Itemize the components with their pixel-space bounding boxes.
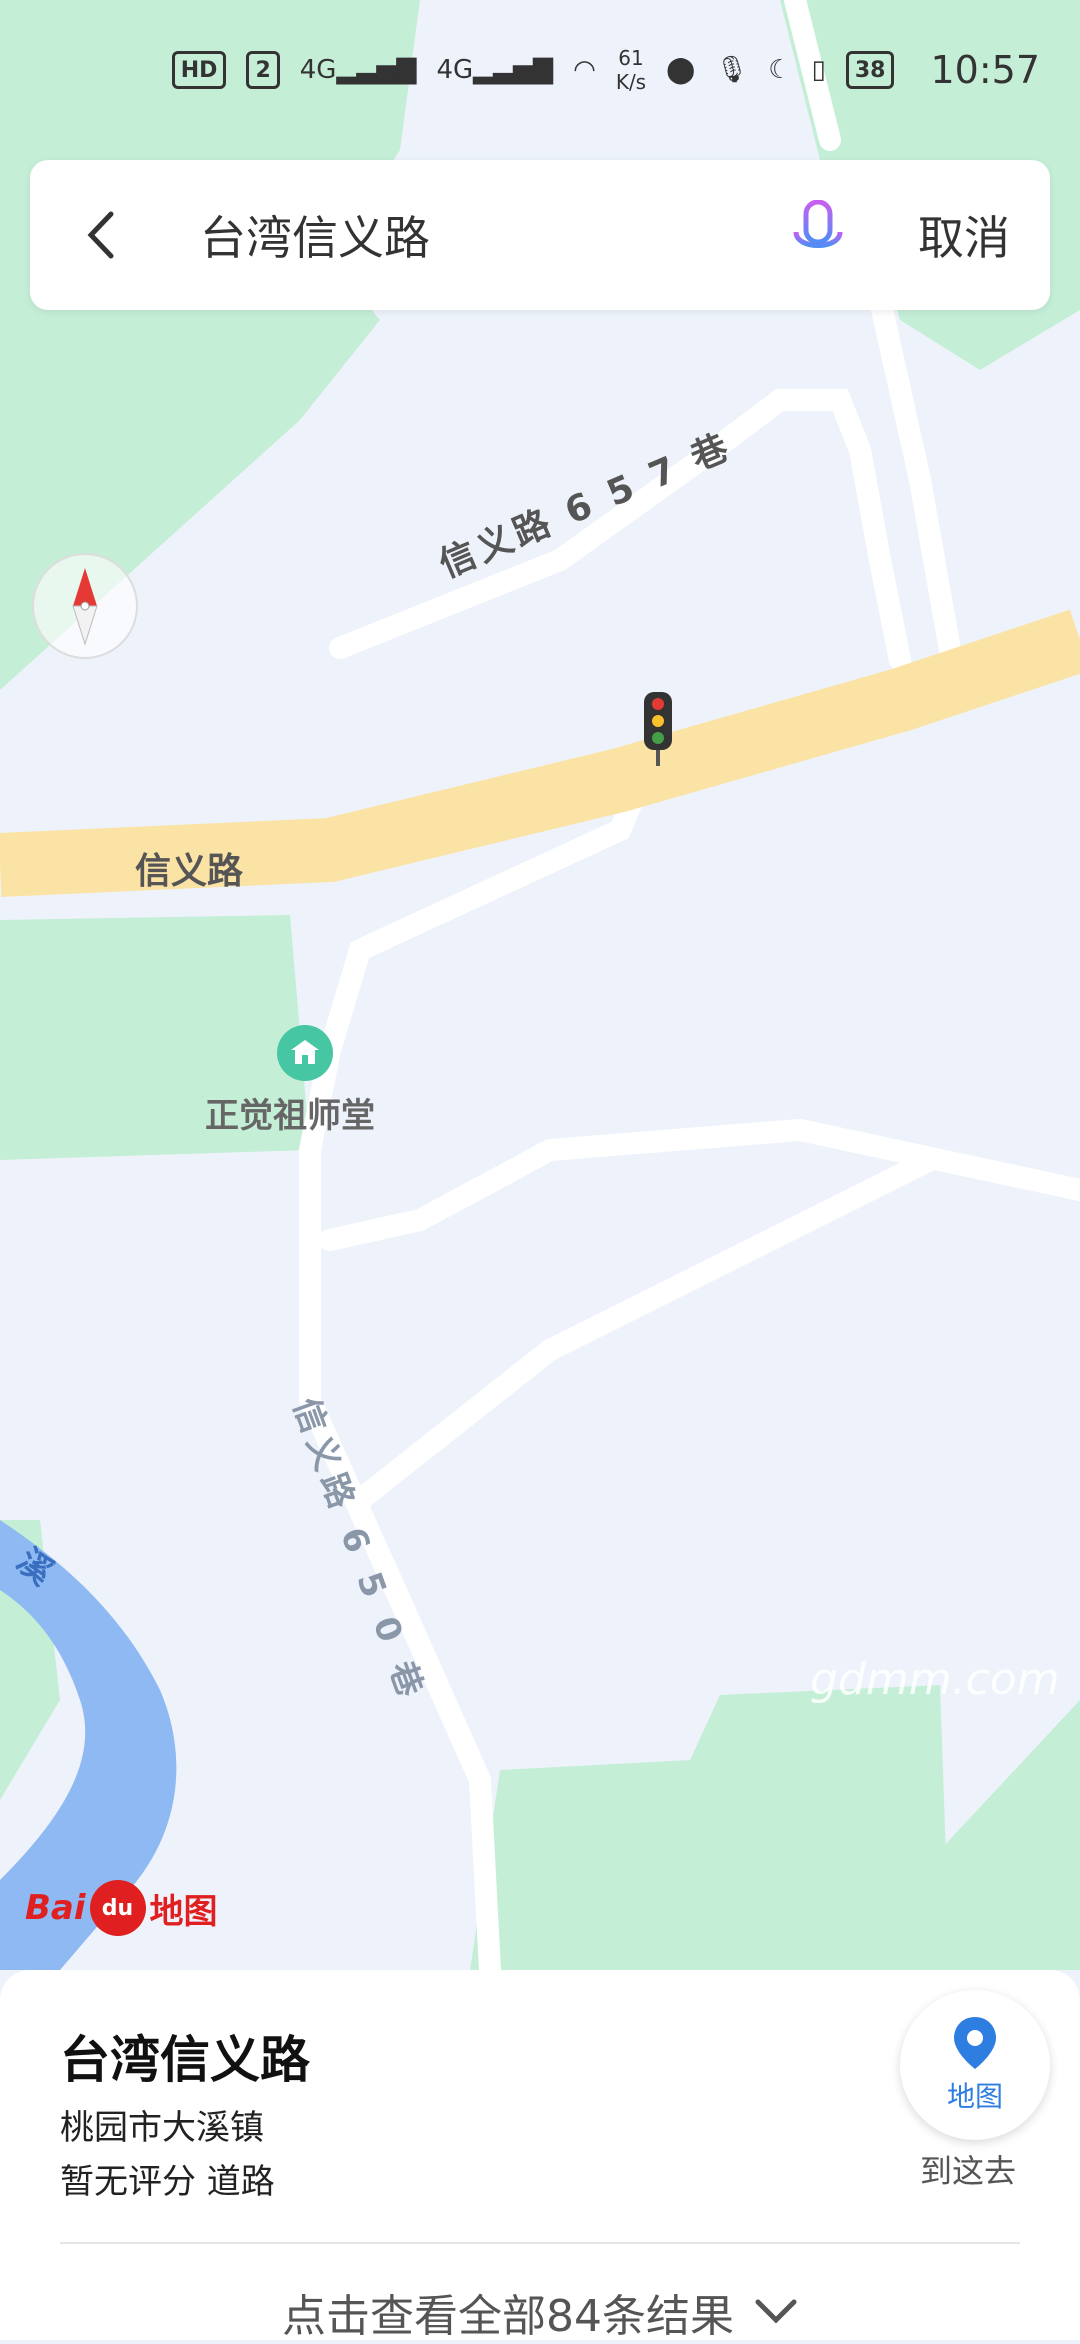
hd-badge: HD [171,51,227,89]
divider [60,2242,1020,2244]
logo-map-text: 地图 [149,1891,218,1932]
clock: 10:57 [930,48,1040,92]
poi-label[interactable]: 正觉祖师堂 [205,1088,375,1137]
place-meta: 暂无评分 道路 [60,2162,275,2202]
network-speed: 61 K/s [615,46,647,94]
view-all-label: 点击查看全部84条结果 [282,2291,734,2342]
location-icon: ⬤ [666,55,696,85]
view-all-results-button[interactable]: 点击查看全部84条结果 [0,2280,1080,2344]
signal-icon: 4G▂▃▅▇ [436,55,554,85]
baidu-map-logo: Bai du 地图 [25,1880,218,1936]
compass-icon [72,568,98,646]
traffic-light-icon [644,692,672,766]
place-address: 桃园市大溪镇 [60,2108,264,2148]
sim-badge: 2 [246,51,280,89]
temple-icon[interactable] [277,1025,333,1081]
logo-du: du [89,1880,146,1936]
voice-search-button[interactable] [778,195,858,275]
search-input[interactable]: 台湾信义路 [200,202,778,268]
map-button-label: 地图 [946,2080,1003,2113]
microphone-status-icon: 🎙 [715,55,749,85]
back-button[interactable] [70,195,130,275]
cancel-button[interactable]: 取消 [918,202,1010,268]
watermark: gdmm.com [810,1654,1060,1705]
compass-button[interactable] [32,553,138,659]
road-label-main: 信义路 [135,851,244,892]
signal-icon: 4G▂▃▅▇ [299,55,417,85]
vibrate-icon: ▯ [811,55,826,85]
result-card[interactable]: 台湾信义路 桃园市大溪镇 暂无评分 道路 地图 到这去 点击查看全部84条结果 [0,1970,1080,2342]
map-button[interactable]: 地图 [900,1990,1050,2140]
status-bar: HD 2 4G▂▃▅▇ 4G▂▃▅▇ ◠ 61 K/s ⬤ 🎙 ☾ ▯ 38 10… [0,0,1080,140]
chevron-left-icon [87,211,114,259]
chevron-down-icon [755,2299,797,2324]
battery-icon: 38 [845,51,895,89]
wifi-icon: ◠ [573,55,596,85]
logo-bai: Bai [25,1888,86,1928]
place-title: 台湾信义路 [60,2031,310,2089]
location-pin-icon [954,2017,996,2069]
moon-icon: ☾ [768,55,792,85]
microphone-icon [793,200,843,264]
search-bar: 台湾信义路 取消 [30,160,1050,310]
goto-button[interactable]: 到这去 [920,2146,1016,2192]
